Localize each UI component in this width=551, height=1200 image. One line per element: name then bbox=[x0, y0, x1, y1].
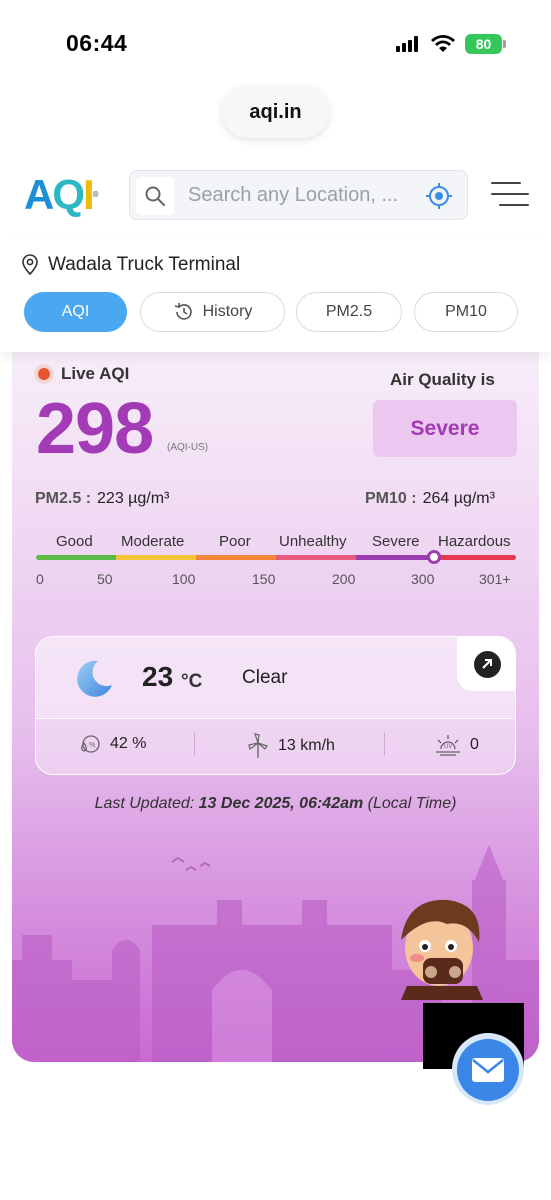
scale-tick: 100 bbox=[172, 571, 196, 587]
scale-tick: 301+ bbox=[479, 571, 511, 587]
weather-condition: Clear bbox=[242, 667, 288, 688]
pm25-reading: PM2.5 :223 µg/m³ bbox=[35, 490, 170, 507]
scale-segment-severe bbox=[356, 555, 436, 560]
aqi-scale-bar bbox=[36, 555, 516, 560]
tab-pm10[interactable]: PM10 bbox=[414, 292, 518, 332]
scale-tick: 200 bbox=[332, 571, 356, 587]
wind-stat: 13 km/h bbox=[246, 733, 335, 759]
wind-turbine-icon bbox=[248, 733, 268, 758]
pm10-reading: PM10 :264 µg/m³ bbox=[365, 490, 495, 507]
scale-label-unhealthy: Unhealthy bbox=[279, 533, 347, 550]
mascot-with-mask-illustration bbox=[401, 899, 483, 1000]
live-aqi-label: Live AQI bbox=[61, 364, 130, 383]
mail-icon bbox=[457, 1039, 519, 1101]
live-dot-icon bbox=[34, 364, 54, 384]
scale-tick: 150 bbox=[252, 571, 276, 587]
menu-icon[interactable] bbox=[491, 182, 529, 208]
wifi-icon bbox=[431, 35, 455, 52]
url-bar[interactable]: aqi.in bbox=[222, 86, 329, 138]
status-badge: Severe bbox=[373, 400, 517, 457]
mail-button[interactable] bbox=[452, 1033, 524, 1105]
site-header: AQI® bbox=[0, 160, 551, 234]
location-pin-icon bbox=[22, 254, 38, 276]
divider bbox=[194, 733, 195, 755]
weather-summary: 23 °C Clear bbox=[36, 637, 515, 719]
tab-aqi[interactable]: AQI bbox=[24, 292, 127, 332]
humidity-icon: % bbox=[81, 735, 100, 753]
location-row[interactable]: Wadala Truck Terminal bbox=[22, 254, 240, 276]
arrow-up-right-icon bbox=[473, 650, 501, 678]
divider bbox=[384, 733, 385, 755]
scale-pointer bbox=[427, 550, 442, 564]
history-icon bbox=[174, 303, 192, 320]
scale-label-poor: Poor bbox=[219, 533, 251, 550]
battery-indicator: 80 bbox=[465, 34, 506, 54]
aqi-card: Live AQI 298 (AQI-US) Air Quality is Sev… bbox=[12, 350, 539, 1062]
search-icon[interactable] bbox=[136, 177, 174, 215]
signal-icon bbox=[396, 36, 420, 52]
status-time: 06:44 bbox=[66, 30, 128, 56]
scale-label-severe: Severe bbox=[372, 533, 420, 550]
aqi-value: 298 bbox=[36, 389, 154, 469]
wind-value: 13 km/h bbox=[278, 737, 335, 754]
live-aqi-row: Live AQI bbox=[34, 364, 129, 384]
aqi-unit: (AQI-US) bbox=[167, 442, 209, 453]
weather-expand-button[interactable] bbox=[457, 637, 515, 691]
status-bar: 06:44 80 bbox=[0, 0, 551, 90]
air-quality-label: Air Quality is bbox=[390, 370, 495, 389]
temperature-value: 23 bbox=[142, 661, 174, 692]
location-name: Wadala Truck Terminal bbox=[48, 254, 241, 275]
svg-text:%: % bbox=[89, 742, 95, 749]
location-panel: Wadala Truck Terminal AQI History PM2.5 … bbox=[0, 234, 551, 352]
scale-label-moderate: Moderate bbox=[121, 533, 185, 550]
uv-index-icon: UV bbox=[436, 735, 460, 756]
humidity-value: 42 % bbox=[110, 735, 147, 752]
scale-segment-moderate bbox=[116, 555, 196, 560]
scale-label-good: Good bbox=[56, 533, 93, 550]
scale-labels: Good Moderate Poor Unhealthy Severe Haza… bbox=[36, 533, 516, 553]
weather-card: 23 °C Clear % 42 % 13 km/h UV 0 bbox=[35, 636, 516, 775]
moon-icon bbox=[77, 660, 112, 697]
tab-history[interactable]: History bbox=[140, 292, 285, 332]
scale-label-hazardous: Hazardous bbox=[438, 533, 511, 550]
uv-stat: UV 0 bbox=[434, 733, 479, 757]
last-updated: Last Updated: 13 Dec 2025, 06:42am (Loca… bbox=[94, 795, 457, 812]
svg-text:UV: UV bbox=[444, 744, 452, 750]
uv-value: 0 bbox=[470, 736, 479, 753]
scale-ticks: 0 50 100 150 200 300 301+ bbox=[36, 571, 516, 591]
scale-segment-unhealthy bbox=[276, 555, 356, 560]
locate-icon[interactable] bbox=[425, 182, 453, 210]
scale-tick: 0 bbox=[36, 571, 44, 587]
search-input[interactable] bbox=[188, 171, 418, 219]
scale-tick: 50 bbox=[97, 571, 113, 587]
scale-segment-hazardous bbox=[436, 555, 516, 560]
humidity-stat: % 42 % bbox=[78, 733, 146, 755]
search-box[interactable] bbox=[129, 170, 468, 220]
aqi-logo[interactable]: AQI® bbox=[24, 172, 99, 218]
scale-tick: 300 bbox=[411, 571, 435, 587]
temperature-unit: °C bbox=[181, 671, 203, 692]
scale-segment-poor bbox=[196, 555, 276, 560]
tab-pm25[interactable]: PM2.5 bbox=[296, 292, 402, 332]
scale-segment-good bbox=[36, 555, 116, 560]
